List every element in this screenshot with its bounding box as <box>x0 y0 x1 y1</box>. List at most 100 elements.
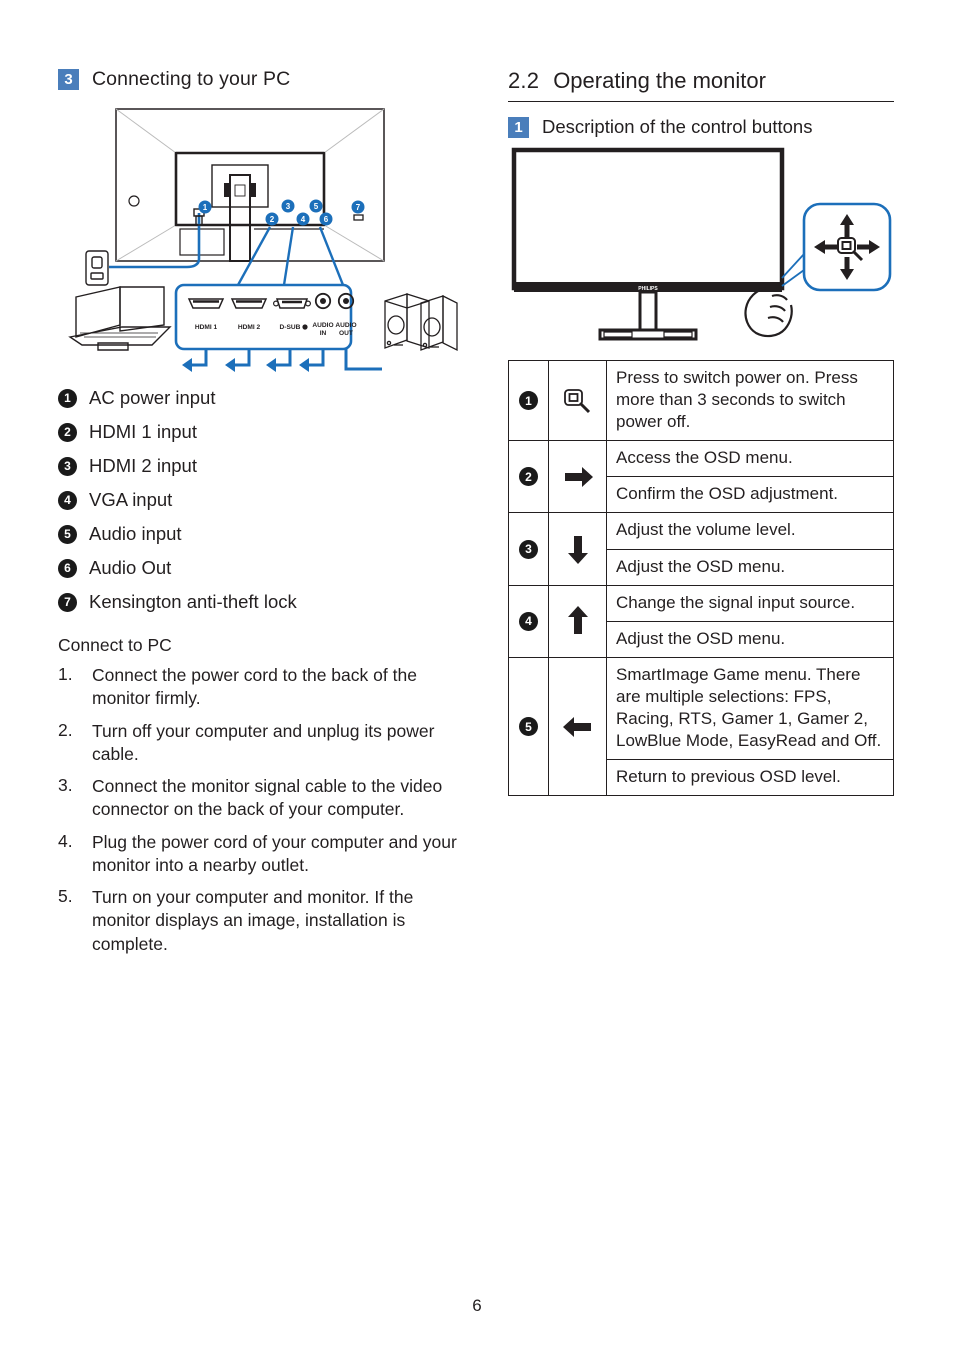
button-description: Change the signal input source. <box>606 584 894 622</box>
port-label: HDMI 1 input <box>89 421 197 442</box>
chapter-number: 2.2 <box>508 68 540 93</box>
list-item: 4 VGA input <box>58 483 478 517</box>
button-number-badge: 1 <box>519 391 538 411</box>
arrow-left-icon <box>548 656 607 797</box>
port-number-badge: 4 <box>58 490 77 510</box>
port-caption-audio-out: AUDIO <box>335 322 356 329</box>
table-row: 2 Access the OSD menu. <box>508 440 894 514</box>
button-description: Adjust the volume level. <box>606 512 894 550</box>
button-number-cell: 2 <box>508 440 549 514</box>
button-number-cell: 5 <box>508 656 549 797</box>
svg-text:2: 2 <box>270 215 275 224</box>
svg-text:3: 3 <box>286 202 291 211</box>
heading-divider <box>508 101 894 102</box>
port-label: HDMI 2 input <box>89 455 197 476</box>
port-number-badge: 3 <box>58 456 77 476</box>
manual-page: 3 Connecting to your PC 1 2 3 4 5 6 7 HD… <box>0 0 954 1354</box>
page-number: 6 <box>472 1296 482 1315</box>
list-item: 1 AC power input <box>58 381 478 415</box>
port-label: Kensington anti-theft lock <box>89 591 297 612</box>
joystick-direction-arrows <box>814 214 880 280</box>
step-text: Turn on your computer and monitor. If th… <box>92 887 414 954</box>
svg-text:4: 4 <box>301 215 306 224</box>
section-heading-control-buttons: 1 Description of the control buttons <box>508 116 898 138</box>
list-item: 4. Plug the power cord of your computer … <box>58 831 478 878</box>
port-label: Audio Out <box>89 557 172 578</box>
port-label: Audio input <box>89 523 182 544</box>
list-item: 5. Turn on your computer and monitor. If… <box>58 886 478 956</box>
section-title: Description of the control buttons <box>542 116 813 137</box>
port-number-badge: 6 <box>58 558 77 578</box>
list-item: 5 Audio input <box>58 517 478 551</box>
port-caption-dsub: D-SUB <box>280 324 301 331</box>
button-description: Press to switch power on. Press more tha… <box>606 359 894 442</box>
list-item: 3. Connect the monitor signal cable to t… <box>58 775 478 822</box>
table-row: 4 Change the signal input source. <box>508 584 894 658</box>
button-number-cell: 4 <box>508 584 549 658</box>
section-number-badge: 3 <box>58 69 79 90</box>
control-buttons-table: 1 Press to switch power on. Press more t… <box>508 359 894 797</box>
list-item: 2. Turn off your computer and unplug its… <box>58 720 478 767</box>
list-item: 2 HDMI 1 input <box>58 415 478 449</box>
list-item: 7 Kensington anti-theft lock <box>58 585 478 619</box>
step-number: 5. <box>58 886 73 907</box>
port-number-badge: 2 <box>58 422 77 442</box>
svg-text:OUT: OUT <box>339 330 353 337</box>
table-row: 5 SmartImage Game menu. There are multip… <box>508 656 894 797</box>
svg-text:5: 5 <box>314 202 319 211</box>
list-item: 1. Connect the power cord to the back of… <box>58 664 478 711</box>
front-view-diagram: PHILIPS <box>508 146 898 344</box>
arrow-down-icon <box>548 512 607 586</box>
left-column: 3 Connecting to your PC 1 2 3 4 5 6 7 HD… <box>58 68 478 965</box>
button-description: Adjust the OSD menu. <box>606 620 894 658</box>
svg-text:IN: IN <box>320 330 327 337</box>
button-description: Adjust the OSD menu. <box>606 548 894 586</box>
port-number-badge: 5 <box>58 524 77 544</box>
port-label: AC power input <box>89 387 216 408</box>
port-number-badge: 1 <box>58 388 77 408</box>
connect-steps-list: 1. Connect the power cord to the back of… <box>58 664 478 956</box>
button-number-badge: 2 <box>519 467 538 487</box>
port-label: VGA input <box>89 489 173 510</box>
table-row: 3 Adjust the volume level. <box>508 512 894 586</box>
step-text: Connect the power cord to the back of th… <box>92 665 417 709</box>
button-number-cell: 3 <box>508 512 549 586</box>
list-item: 6 Audio Out <box>58 551 478 585</box>
svg-text:1: 1 <box>203 203 208 212</box>
button-description: Return to previous OSD level. <box>606 759 894 797</box>
port-caption-hdmi1: HDMI 1 <box>195 324 218 331</box>
step-text: Connect the monitor signal cable to the … <box>92 776 443 820</box>
port-caption-hdmi2: HDMI 2 <box>238 324 261 331</box>
step-text: Plug the power cord of your computer and… <box>92 831 457 875</box>
arrow-right-icon <box>548 440 607 514</box>
step-number: 1. <box>58 664 73 684</box>
power-joystick-press-icon <box>548 359 607 442</box>
svg-text:7: 7 <box>356 203 361 212</box>
right-column: 2.2 Operating the monitor 1 Description … <box>508 68 898 797</box>
chapter-title: Operating the monitor <box>553 68 766 93</box>
step-text: Turn off your computer and unplug its po… <box>92 720 435 764</box>
port-caption-audio-in: AUDIO <box>312 322 333 329</box>
button-number-cell: 1 <box>508 359 549 442</box>
button-description: Access the OSD menu. <box>606 440 894 478</box>
chapter-heading: 2.2 Operating the monitor <box>508 68 898 94</box>
section-title: Connecting to your PC <box>92 68 291 90</box>
arrow-up-icon <box>548 584 607 658</box>
button-description: Confirm the OSD adjustment. <box>606 476 894 514</box>
table-row: 1 Press to switch power on. Press more t… <box>508 359 894 442</box>
step-number: 4. <box>58 830 73 851</box>
port-number-badge: 7 <box>58 592 77 612</box>
list-item: 3 HDMI 2 input <box>58 449 478 483</box>
button-number-badge: 3 <box>519 539 538 559</box>
step-number: 3. <box>58 775 73 796</box>
section-heading-connecting: 3 Connecting to your PC <box>58 68 478 91</box>
step-number: 2. <box>58 719 73 740</box>
button-number-badge: 5 <box>519 717 538 737</box>
connect-to-pc-heading: Connect to PC <box>58 635 172 655</box>
port-legend-list: 1 AC power input 2 HDMI 1 input 3 HDMI 2… <box>58 381 478 619</box>
button-number-badge: 4 <box>519 611 538 631</box>
rear-connection-diagram: 1 2 3 4 5 6 7 HDMI 1 HDMI 2 D-SUB AUDIO … <box>58 103 458 375</box>
button-description: SmartImage Game menu. There are multiple… <box>606 656 894 761</box>
svg-text:6: 6 <box>324 215 329 224</box>
section-number-badge: 1 <box>508 116 529 138</box>
